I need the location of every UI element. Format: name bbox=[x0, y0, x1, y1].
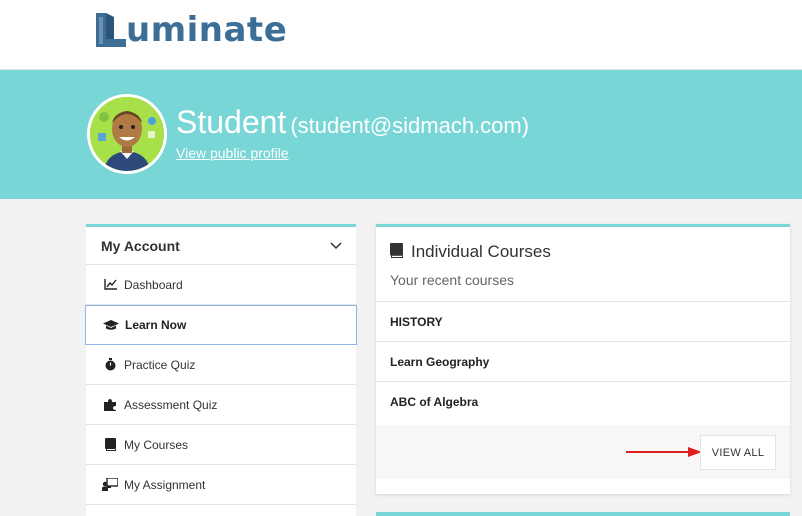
chart-line-icon bbox=[101, 279, 119, 290]
sidebar-item-label: Assessment Quiz bbox=[124, 397, 218, 412]
chalkboard-teacher-icon bbox=[101, 478, 119, 491]
graduation-cap-icon bbox=[102, 319, 120, 331]
student-name: Student bbox=[176, 104, 287, 140]
sidebar-item-assessment-quiz[interactable]: Assessment Quiz bbox=[86, 385, 356, 425]
sidebar-title: My Account bbox=[101, 237, 180, 254]
view-all-button[interactable]: VIEW ALL bbox=[700, 435, 776, 470]
profile-banner: Student (student@sidmach.com) View public… bbox=[0, 70, 802, 199]
course-item-abc-of-algebra[interactable]: ABC of Algebra bbox=[376, 382, 790, 422]
avatar bbox=[87, 94, 167, 174]
sidebar-item-label: Practice Quiz bbox=[124, 357, 196, 372]
top-bar: uminate bbox=[0, 0, 802, 70]
sidebar-item-label: Learn Now bbox=[125, 318, 187, 332]
card-subtitle: Your recent courses bbox=[390, 272, 514, 288]
book-icon bbox=[390, 242, 403, 262]
sidebar-item-label: My Courses bbox=[124, 437, 189, 452]
sidebar-item-label: Dashboard bbox=[124, 277, 183, 292]
card-title-text: Individual Courses bbox=[411, 242, 551, 261]
individual-courses-card: Individual Courses Your recent courses H… bbox=[376, 224, 790, 494]
view-public-profile-link[interactable]: View public profile bbox=[176, 145, 289, 161]
my-account-toggle[interactable]: My Account bbox=[86, 227, 356, 265]
sidebar-item-label: My Assignment bbox=[124, 477, 206, 492]
card-footer: VIEW ALL bbox=[376, 425, 790, 479]
student-email: (student@sidmach.com) bbox=[290, 113, 530, 138]
course-item-learn-geography[interactable]: Learn Geography bbox=[376, 342, 790, 382]
book-icon bbox=[101, 438, 119, 451]
chevron-down-icon bbox=[330, 241, 342, 249]
next-card-top-edge bbox=[376, 512, 790, 516]
stopwatch-icon bbox=[101, 358, 119, 371]
sidebar-item-my-courses[interactable]: My Courses bbox=[86, 425, 356, 465]
red-arrow-annotation bbox=[626, 447, 702, 457]
course-item-history[interactable]: HISTORY bbox=[376, 302, 790, 342]
sidebar-item-my-assignment[interactable]: My Assignment bbox=[86, 465, 356, 505]
logo-text: uminate bbox=[126, 10, 288, 50]
card-header: Individual Courses Your recent courses bbox=[376, 227, 790, 302]
account-sidebar: My Account Dashboard Learn Now Practice … bbox=[85, 224, 357, 516]
profile-name: Student (student@sidmach.com) bbox=[176, 103, 529, 145]
logo-l-mark bbox=[96, 13, 126, 47]
card-title: Individual Courses bbox=[390, 242, 790, 262]
puzzle-icon bbox=[101, 398, 119, 411]
luminate-logo[interactable]: uminate bbox=[94, 9, 287, 49]
sidebar-item-practice-quiz[interactable]: Practice Quiz bbox=[86, 345, 356, 385]
student-avatar-illustration bbox=[90, 97, 164, 171]
sidebar-item-learn-now[interactable]: Learn Now bbox=[85, 305, 357, 345]
sidebar-item-dashboard[interactable]: Dashboard bbox=[86, 265, 356, 305]
